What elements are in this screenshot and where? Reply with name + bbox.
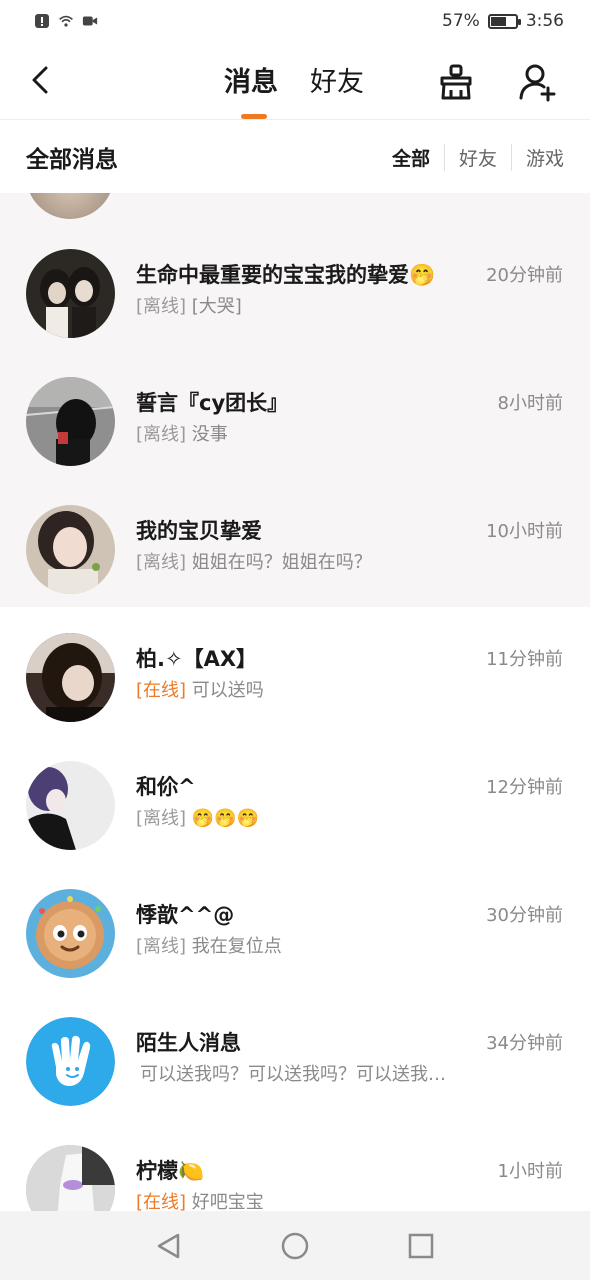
message-preview: 可以送吗 <box>191 680 264 701</box>
home-circle-icon[interactable] <box>280 1231 310 1261</box>
conversation-preview: [离线] 🤭🤭🤭 <box>136 804 476 830</box>
conversation-preview: [在线] 可以送吗 <box>136 676 476 702</box>
add-friend-icon <box>519 64 556 102</box>
section-header: 全部消息 全部 好友 游戏 <box>0 121 590 193</box>
conversation-time: 1小时前 <box>497 1161 563 1182</box>
online-status: [在线] <box>136 1192 187 1211</box>
message-preview: 没事 <box>191 424 228 445</box>
system-nav-bar <box>0 1211 590 1280</box>
name-emoji: 🍋 <box>178 1159 205 1183</box>
conversation-preview: 可以送我吗？可以送我吗？可以送我… <box>140 1060 480 1086</box>
recents-square-icon[interactable] <box>406 1231 436 1261</box>
tab-indicator <box>241 114 267 119</box>
conversation-preview: [离线] [大哭] <box>136 292 476 318</box>
conversation-name: 和伱^ <box>136 775 196 799</box>
conversation-item[interactable]: 陌生人消息 34分钟前 可以送我吗？可以送我吗？可以送我… <box>0 991 590 1119</box>
alert-icon <box>35 14 49 28</box>
avatar <box>26 193 114 219</box>
avatar <box>26 761 115 850</box>
message-preview: 我在复位点 <box>191 936 282 957</box>
avatar <box>26 1145 115 1211</box>
avatar <box>26 377 115 466</box>
conversation-time: 34分钟前 <box>486 1033 563 1054</box>
wifi-icon <box>59 15 73 27</box>
video-icon <box>82 16 98 26</box>
conversation-preview: [在线] 好吧宝宝 <box>136 1188 476 1211</box>
conversation-time: 10小时前 <box>486 521 563 542</box>
conversation-time: 20分钟前 <box>486 265 563 286</box>
add-friend-button[interactable] <box>518 62 558 102</box>
section-title: 全部消息 <box>26 147 118 173</box>
top-nav: 消息 好友 <box>0 42 590 120</box>
filter-games[interactable]: 游戏 <box>510 143 564 171</box>
battery-icon <box>487 13 521 29</box>
message-preview: 好吧宝宝 <box>191 1192 264 1211</box>
conversation-name: 悸歆^^@ <box>136 903 235 927</box>
conversation-list[interactable]: 生命中最重要的宝宝我的挚爱🤭 20分钟前 [离线] [大哭] 誓言『cy团长』 <box>0 193 590 1211</box>
conversation-item[interactable]: 我的宝贝挚爱 10小时前 [离线] 姐姐在吗？姐姐在吗？ <box>0 479 590 607</box>
partial-list-item[interactable] <box>0 193 590 223</box>
message-preview: [大哭] <box>191 296 242 317</box>
conversation-time: 12分钟前 <box>486 777 563 798</box>
conversation-preview: [离线] 我在复位点 <box>136 932 476 958</box>
filter-all[interactable]: 全部 <box>378 144 444 171</box>
clock: 3:56 <box>525 11 564 31</box>
online-status: [离线] <box>136 424 187 445</box>
conversation-preview: [离线] 没事 <box>136 420 476 446</box>
pinned-conversations: 生命中最重要的宝宝我的挚爱🤭 20分钟前 [离线] [大哭] 誓言『cy团长』 <box>0 193 590 607</box>
tab-messages[interactable]: 消息 <box>224 60 278 99</box>
conversation-name: 柏.✧【AX】 <box>136 647 258 671</box>
message-preview: 姐姐在吗？姐姐在吗？ <box>191 552 372 573</box>
online-status: [离线] <box>136 808 187 829</box>
message-preview: 🤭🤭🤭 <box>191 808 260 829</box>
name-emoji: 🤭 <box>409 263 436 287</box>
conversation-time: 11分钟前 <box>486 649 563 670</box>
online-status: [离线] <box>136 552 187 573</box>
wave-hand-icon <box>26 1017 115 1106</box>
filter-friends[interactable]: 好友 <box>443 143 511 171</box>
conversation-name: 誓言『cy团长』 <box>136 391 289 415</box>
conversation-time: 8小时前 <box>497 393 563 414</box>
conversation-name: 生命中最重要的宝宝我的挚爱🤭 <box>136 259 435 289</box>
conversation-name: 柠檬🍋 <box>136 1155 204 1185</box>
battery-percent: 57% <box>442 11 480 31</box>
avatar <box>26 249 115 338</box>
message-preview: 可以送我吗？可以送我吗？可以送我… <box>140 1064 446 1085</box>
avatar <box>26 505 115 594</box>
status-right: 57% 3:56 <box>442 11 564 31</box>
status-left <box>34 13 98 29</box>
filter-group: 全部 好友 游戏 <box>378 143 564 171</box>
status-bar: 57% 3:56 <box>0 0 590 42</box>
avatar <box>26 889 115 978</box>
avatar <box>26 633 115 722</box>
clean-icon <box>440 64 472 100</box>
conversation-name: 陌生人消息 <box>136 1031 241 1055</box>
conversation-item[interactable]: 生命中最重要的宝宝我的挚爱🤭 20分钟前 [离线] [大哭] <box>0 223 590 351</box>
back-icon <box>32 66 48 94</box>
back-triangle-icon[interactable] <box>154 1231 184 1261</box>
conversation-item[interactable]: 悸歆^^@ 30分钟前 [离线] 我在复位点 <box>0 863 590 991</box>
conversation-item[interactable]: 柠檬🍋 1小时前 [在线] 好吧宝宝 <box>0 1119 590 1211</box>
conversation-name-text: 柠檬 <box>136 1159 178 1183</box>
conversation-name-text: 生命中最重要的宝宝我的挚爱 <box>136 263 409 287</box>
conversation-time: 30分钟前 <box>486 905 563 926</box>
online-status: [在线] <box>136 680 187 701</box>
back-button[interactable] <box>22 62 58 98</box>
clean-button[interactable] <box>436 62 476 102</box>
online-status: [离线] <box>136 936 187 957</box>
avatar <box>26 1017 115 1106</box>
conversation-item[interactable]: 柏.✧【AX】 11分钟前 [在线] 可以送吗 <box>0 607 590 735</box>
conversation-name: 我的宝贝挚爱 <box>136 519 262 543</box>
battery-fill <box>490 16 506 26</box>
conversation-item[interactable]: 誓言『cy团长』 8小时前 [离线] 没事 <box>0 351 590 479</box>
tab-friends[interactable]: 好友 <box>310 60 364 99</box>
online-status: [离线] <box>136 296 187 317</box>
conversation-item[interactable]: 和伱^ 12分钟前 [离线] 🤭🤭🤭 <box>0 735 590 863</box>
conversation-preview: [离线] 姐姐在吗？姐姐在吗？ <box>136 548 476 574</box>
